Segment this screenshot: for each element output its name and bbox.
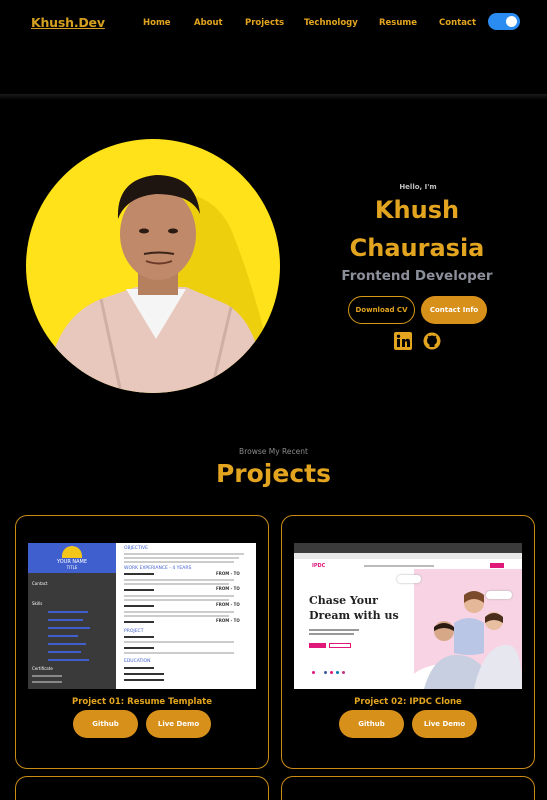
project-2-title: Project 02: IPDC Clone bbox=[354, 697, 462, 707]
project-1-github-button[interactable]: Github bbox=[73, 710, 138, 738]
site-logo[interactable]: Khush.Dev bbox=[31, 15, 105, 30]
nav-resume[interactable]: Resume bbox=[379, 18, 417, 28]
navbar-divider bbox=[0, 94, 547, 100]
hero-first-name: Khush bbox=[374, 196, 460, 224]
project-card-1: YOUR NAME TITLE Contact Skills Certifica… bbox=[15, 515, 269, 769]
projects-title: Projects bbox=[215, 459, 331, 488]
contact-info-button[interactable]: Contact Info bbox=[421, 296, 487, 324]
resume-skills-label: Skills bbox=[32, 601, 43, 606]
hero-greeting: Hello, I'm bbox=[399, 183, 437, 191]
resume-contact-label: Contact bbox=[32, 581, 48, 586]
projects-subtitle: Browse My Recent bbox=[239, 447, 308, 456]
nav-contact[interactable]: Contact bbox=[439, 18, 476, 28]
resume-template-thumbnail: YOUR NAME TITLE Contact Skills Certifica… bbox=[28, 543, 256, 689]
project-card-4 bbox=[281, 776, 535, 800]
project-1-title: Project 01: Resume Template bbox=[71, 697, 213, 707]
linkedin-icon[interactable] bbox=[394, 332, 412, 350]
ipdc-logo: IPDC bbox=[312, 563, 326, 569]
project-card-2: IPDC Chase Your Dream with us Project 02… bbox=[281, 515, 535, 769]
project-1-live-demo-button[interactable]: Live Demo bbox=[146, 710, 211, 738]
resume-objective: OBJECTIVE bbox=[124, 546, 148, 551]
ipdc-social-icons bbox=[312, 671, 352, 674]
nav-technology[interactable]: Technology bbox=[304, 18, 358, 28]
resume-role: TITLE bbox=[66, 565, 78, 570]
project-card-3 bbox=[15, 776, 269, 800]
ipdc-clone-thumbnail: IPDC Chase Your Dream with us bbox=[294, 543, 522, 689]
nav-projects[interactable]: Projects bbox=[245, 18, 284, 28]
project-2-live-demo-button[interactable]: Live Demo bbox=[412, 710, 477, 738]
profile-photo bbox=[26, 139, 280, 393]
theme-toggle[interactable] bbox=[488, 13, 520, 30]
nav-home[interactable]: Home bbox=[143, 18, 171, 28]
toggle-knob bbox=[506, 16, 517, 27]
resume-work-experience: WORK EXPERIANCE - 4 YEARS bbox=[124, 566, 192, 571]
top-navbar: Khush.Dev Home About Projects Technology… bbox=[0, 0, 547, 96]
hero-last-name: Chaurasia bbox=[349, 234, 485, 262]
resume-project: PROJECT bbox=[124, 629, 144, 634]
download-cv-button[interactable]: Download CV bbox=[348, 296, 415, 324]
resume-certificate-label: Certificate bbox=[32, 666, 53, 671]
project-2-github-button[interactable]: Github bbox=[339, 710, 404, 738]
resume-education: EDUCATION bbox=[124, 659, 151, 664]
hero-role: Frontend Developer bbox=[341, 268, 493, 284]
ipdc-headline-2: Dream with us bbox=[309, 609, 399, 622]
nav-about[interactable]: About bbox=[194, 18, 223, 28]
ipdc-headline-1: Chase Your bbox=[309, 594, 378, 607]
github-icon[interactable] bbox=[423, 332, 441, 350]
